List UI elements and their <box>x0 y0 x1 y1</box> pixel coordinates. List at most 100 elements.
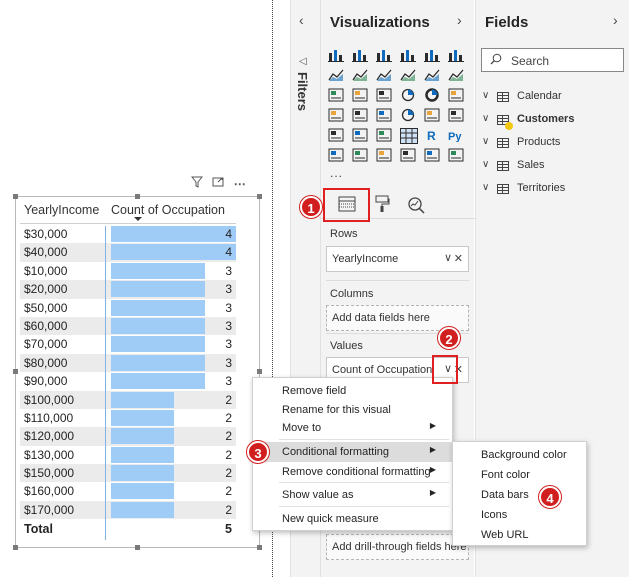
submenu-item-background-color[interactable]: Background color <box>481 449 567 461</box>
waterfall-chart-icon[interactable] <box>328 88 344 102</box>
card-icon[interactable] <box>424 108 440 122</box>
filled-map-icon[interactable] <box>352 108 368 122</box>
field-table-customers[interactable]: ∨ Customers <box>482 112 627 130</box>
filters-collapse-icon[interactable]: ◁ <box>299 56 307 67</box>
slicer-icon[interactable] <box>352 128 368 142</box>
fields-search[interactable]: Search <box>481 48 624 72</box>
key-influencers-icon[interactable] <box>328 148 344 162</box>
resize-handle[interactable] <box>13 545 18 550</box>
line-chart-icon[interactable] <box>328 68 344 82</box>
expand-chevron-icon[interactable]: ∨ <box>482 159 489 170</box>
qa-icon[interactable] <box>376 148 392 162</box>
menu-item-show-value-as[interactable]: Show value as ▶ <box>253 485 452 505</box>
resize-handle[interactable] <box>13 194 18 199</box>
table-row[interactable]: $90,000 3 <box>20 372 236 390</box>
submenu-item-data-bars[interactable]: Data bars <box>481 489 529 501</box>
focus-mode-icon[interactable] <box>212 176 224 191</box>
drillthrough-well[interactable]: Add drill-through fields here <box>326 534 469 560</box>
expand-chevron-icon[interactable]: ∨ <box>482 113 489 124</box>
scatter-chart-icon[interactable] <box>376 88 392 102</box>
table-row[interactable]: $70,000 3 <box>20 335 236 353</box>
funnel-chart-icon[interactable] <box>352 88 368 102</box>
table-row[interactable]: $160,000 2 <box>20 482 236 500</box>
100-stacked-column-chart-icon[interactable] <box>448 48 464 62</box>
chevron-down-icon[interactable]: ∨ <box>444 251 452 264</box>
submenu-item-icons[interactable]: Icons <box>481 509 507 521</box>
table-row[interactable]: $150,000 2 <box>20 464 236 483</box>
column-header-yearlyincome[interactable]: YearlyIncome <box>24 203 99 217</box>
clustered-column-chart-icon[interactable] <box>400 48 416 62</box>
menu-item-remove-field[interactable]: Remove field <box>253 381 452 401</box>
submenu-item-font-color[interactable]: Font color <box>481 469 530 481</box>
filter-icon[interactable] <box>190 176 204 191</box>
shape-map-icon[interactable] <box>376 108 392 122</box>
menu-item-remove-conditional-formatting[interactable]: Remove conditional formatting ▶ <box>253 462 452 482</box>
r-visual-icon[interactable]: R <box>424 128 440 143</box>
filters-pane-title[interactable]: Filters <box>295 72 310 111</box>
collapse-fields-icon[interactable]: › <box>613 12 618 28</box>
stacked-column-chart-icon[interactable] <box>352 48 368 62</box>
field-table-calendar[interactable]: ∨ Calendar <box>482 89 627 107</box>
python-visual-icon[interactable]: Py <box>448 128 464 143</box>
table-row[interactable]: $20,000 3 <box>20 280 236 299</box>
100-stacked-bar-chart-icon[interactable] <box>424 48 440 62</box>
menu-item-rename-for-this-visual[interactable]: Rename for this visual <box>253 400 452 420</box>
table-row[interactable]: $40,000 4 <box>20 243 236 262</box>
resize-handle[interactable] <box>135 194 140 199</box>
table-row[interactable]: $10,000 3 <box>20 262 236 280</box>
ribbon-chart-icon[interactable] <box>448 68 464 82</box>
resize-handle[interactable] <box>257 545 262 550</box>
more-visuals-icon[interactable]: ... <box>330 166 343 180</box>
table-row[interactable]: $170,000 2 <box>20 500 236 520</box>
format-tab-icon[interactable] <box>374 195 390 216</box>
resize-handle[interactable] <box>257 369 262 374</box>
treemap-icon[interactable] <box>448 88 464 102</box>
line-and-column-chart-icon[interactable] <box>400 68 416 82</box>
decomposition-tree-icon[interactable] <box>352 148 368 162</box>
table-row[interactable]: $60,000 3 <box>20 316 236 336</box>
menu-item-move-to[interactable]: Move to ▶ <box>253 418 452 438</box>
table-row[interactable]: $110,000 2 <box>20 409 236 427</box>
power-apps-icon[interactable] <box>448 148 464 162</box>
map-icon[interactable] <box>328 108 344 122</box>
field-table-sales[interactable]: ∨ Sales <box>482 158 627 176</box>
table-row[interactable]: $120,000 2 <box>20 427 236 446</box>
table-row[interactable]: $80,000 3 <box>20 353 236 373</box>
expand-chevron-icon[interactable]: ∨ <box>482 90 489 101</box>
paginated-report-icon[interactable] <box>424 148 440 162</box>
rows-well[interactable]: YearlyIncome ∨ ✕ <box>326 246 469 272</box>
multi-row-card-icon[interactable] <box>448 108 464 122</box>
analytics-tab-icon[interactable] <box>407 196 425 217</box>
table-row[interactable]: $130,000 2 <box>20 446 236 464</box>
gauge-icon[interactable] <box>400 108 416 122</box>
menu-item-conditional-formatting[interactable]: Conditional formatting ▶ <box>253 442 452 462</box>
line-and-clustered-column-chart-icon[interactable] <box>424 68 440 82</box>
clustered-bar-chart-icon[interactable] <box>376 48 392 62</box>
smart-narrative-icon[interactable] <box>400 148 416 162</box>
pie-chart-icon[interactable] <box>400 88 416 102</box>
table-row[interactable]: $100,000 2 <box>20 390 236 409</box>
table-row[interactable]: $50,000 3 <box>20 299 236 317</box>
field-table-territories[interactable]: ∨ Territories <box>482 181 627 199</box>
collapse-visualizations-icon[interactable]: › <box>457 12 462 28</box>
area-chart-icon[interactable] <box>352 68 368 82</box>
expand-chevron-icon[interactable]: ∨ <box>482 182 489 193</box>
stacked-bar-chart-icon[interactable] <box>328 48 344 62</box>
resize-handle[interactable] <box>13 369 18 374</box>
table-row[interactable]: $30,000 4 <box>20 225 236 243</box>
more-options-icon[interactable]: ⋯ <box>234 177 247 191</box>
kpi-icon[interactable] <box>328 128 344 142</box>
collapse-pane-icon[interactable]: ‹ <box>299 12 304 28</box>
matrix-icon[interactable] <box>400 128 418 144</box>
submenu-item-web-url[interactable]: Web URL <box>481 529 528 541</box>
resize-handle[interactable] <box>135 545 140 550</box>
donut-chart-icon[interactable] <box>424 88 440 102</box>
remove-field-icon[interactable]: ✕ <box>454 252 463 265</box>
table-icon[interactable] <box>376 128 392 142</box>
field-table-products[interactable]: ∨ Products <box>482 135 627 153</box>
expand-chevron-icon[interactable]: ∨ <box>482 136 489 147</box>
stacked-area-chart-icon[interactable] <box>376 68 392 82</box>
menu-item-new-quick-measure[interactable]: New quick measure <box>253 509 452 529</box>
resize-handle[interactable] <box>257 194 262 199</box>
column-header-count-of-occupation[interactable]: Count of Occupation <box>111 203 225 217</box>
